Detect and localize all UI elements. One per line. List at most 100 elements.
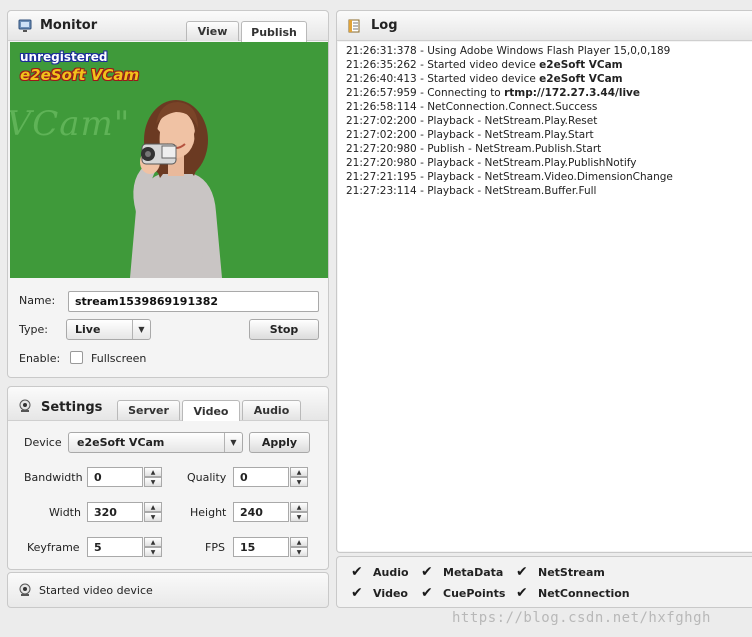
width-stepper[interactable]: 320 ▲ ▼: [87, 502, 162, 522]
type-select-value: Live: [75, 323, 101, 336]
log-title: Log: [371, 18, 398, 33]
checkmark-icon: ✔: [421, 585, 433, 601]
log-line: 21:26:58:114 - NetConnection.Connect.Suc…: [346, 100, 752, 114]
checkmark-icon: ✔: [516, 564, 528, 580]
log-header: Log: [337, 11, 752, 41]
filter-panel: ✔ Audio ✔ MetaData ✔ NetStream ✔ Video ✔ CueP…: [336, 556, 752, 608]
monitor-header: Monitor View Publish: [8, 11, 328, 42]
filter-netconnection[interactable]: ✔ NetConnection: [516, 586, 630, 600]
tab-server[interactable]: Server: [117, 400, 180, 420]
settings-panel: Settings Server Video Audio Device e2eSo…: [7, 386, 329, 570]
log-line-text: 21:26:31:378 - Using Adobe Windows Flash…: [346, 45, 671, 57]
quality-label: Quality: [187, 471, 227, 484]
keyframe-value[interactable]: 5: [87, 537, 143, 557]
log-line: 21:27:02:200 - Playback - NetStream.Play…: [346, 128, 752, 142]
filter-metadata[interactable]: ✔ MetaData: [421, 565, 503, 579]
filter-audio[interactable]: ✔ Audio: [351, 565, 409, 579]
settings-tabs: Server Video Audio: [117, 400, 301, 421]
checkmark-icon: ✔: [351, 564, 363, 580]
settings-title: Settings: [41, 400, 103, 415]
height-value[interactable]: 240: [233, 502, 289, 522]
tab-audio[interactable]: Audio: [242, 400, 301, 420]
log-content[interactable]: 21:26:31:378 - Using Adobe Windows Flash…: [338, 42, 752, 551]
log-lines: 21:26:31:378 - Using Adobe Windows Flash…: [346, 44, 752, 198]
tab-view[interactable]: View: [186, 21, 239, 41]
chevron-up-icon[interactable]: ▲: [144, 502, 162, 512]
fps-value[interactable]: 15: [233, 537, 289, 557]
tab-publish[interactable]: Publish: [241, 21, 307, 42]
status-panel: Started video device: [7, 572, 329, 608]
log-line-text: 21:26:57:959 - Connecting to: [346, 87, 505, 99]
chevron-down-icon[interactable]: ▼: [290, 477, 308, 487]
log-line-text: 21:27:21:195 - Playback - NetStream.Vide…: [346, 171, 673, 183]
filter-video[interactable]: ✔ Video: [351, 586, 408, 600]
log-line-text: 21:27:02:200 - Playback - NetStream.Play…: [346, 129, 594, 141]
chevron-up-icon[interactable]: ▲: [144, 537, 162, 547]
monitor-icon: [18, 19, 32, 32]
log-panel: Log 21:26:31:378 - Using Adobe Windows F…: [336, 10, 752, 553]
stream-name-input[interactable]: stream1539869191382: [68, 291, 319, 312]
log-line: 21:27:23:114 - Playback - NetStream.Buff…: [346, 184, 752, 198]
stop-button[interactable]: Stop: [249, 319, 319, 340]
type-label: Type:: [19, 323, 48, 336]
log-line-text: 21:27:20:980 - Playback - NetStream.Play…: [346, 157, 637, 169]
checkmark-icon: ✔: [351, 585, 363, 601]
type-select[interactable]: Live ▼: [66, 319, 151, 340]
fps-stepper[interactable]: 15 ▲ ▼: [233, 537, 308, 557]
log-line-highlight: rtmp://172.27.3.44/live: [504, 87, 641, 99]
quality-value[interactable]: 0: [233, 467, 289, 487]
log-line: 21:27:02:200 - Playback - NetStream.Play…: [346, 114, 752, 128]
checkmark-icon: ✔: [516, 585, 528, 601]
filter-netstream[interactable]: ✔ NetStream: [516, 565, 605, 579]
chevron-down-icon[interactable]: ▼: [290, 512, 308, 522]
video-preview: "VCam" unregistered e2eSoft VCam: [10, 42, 328, 278]
log-line-highlight: e2eSoft VCam: [539, 59, 623, 71]
chevron-up-icon[interactable]: ▲: [290, 537, 308, 547]
chevron-down-icon[interactable]: ▼: [144, 477, 162, 487]
name-label: Name:: [19, 294, 56, 307]
device-select[interactable]: e2eSoft VCam ▼: [68, 432, 243, 453]
chevron-down-icon: ▼: [132, 320, 150, 339]
log-line: 21:26:31:378 - Using Adobe Windows Flash…: [346, 44, 752, 58]
keyframe-stepper[interactable]: 5 ▲ ▼: [87, 537, 162, 557]
height-label: Height: [190, 506, 227, 519]
chevron-up-icon[interactable]: ▲: [290, 467, 308, 477]
bandwidth-value[interactable]: 0: [87, 467, 143, 487]
fullscreen-checkbox[interactable]: [70, 351, 83, 364]
enable-label: Enable:: [19, 352, 61, 365]
log-line-text: 21:27:23:114 - Playback - NetStream.Buff…: [346, 185, 597, 197]
log-line-text: 21:27:02:200 - Playback - NetStream.Play…: [346, 115, 598, 127]
log-line: 21:26:57:959 - Connecting to rtmp://172.…: [346, 86, 752, 100]
checkmark-icon: ✔: [421, 564, 433, 580]
monitor-panel: Monitor View Publish "VCam" unregistered…: [7, 10, 329, 378]
monitor-tabs: View Publish: [186, 21, 307, 42]
fps-label: FPS: [205, 541, 225, 554]
log-line: 21:27:20:980 - Publish - NetStream.Publi…: [346, 142, 752, 156]
fullscreen-label: Fullscreen: [91, 352, 147, 365]
quality-stepper[interactable]: 0 ▲ ▼: [233, 467, 308, 487]
filter-cuepoints[interactable]: ✔ CuePoints: [421, 586, 505, 600]
chevron-down-icon[interactable]: ▼: [144, 547, 162, 557]
webcam-icon: [19, 399, 31, 412]
chevron-down-icon: ▼: [224, 433, 242, 452]
bandwidth-label: Bandwidth: [24, 471, 83, 484]
chevron-up-icon[interactable]: ▲: [144, 467, 162, 477]
bandwidth-stepper[interactable]: 0 ▲ ▼: [87, 467, 162, 487]
width-label: Width: [49, 506, 81, 519]
log-line: 21:26:40:413 - Started video device e2eS…: [346, 72, 752, 86]
log-line-highlight: e2eSoft VCam: [539, 73, 623, 85]
tab-video[interactable]: Video: [182, 400, 240, 421]
apply-button[interactable]: Apply: [249, 432, 310, 453]
height-stepper[interactable]: 240 ▲ ▼: [233, 502, 308, 522]
device-label: Device: [24, 436, 62, 449]
log-line: 21:27:21:195 - Playback - NetStream.Vide…: [346, 170, 752, 184]
chevron-down-icon[interactable]: ▼: [144, 512, 162, 522]
blog-watermark: https://blog.csdn.net/hxfghgh: [452, 610, 711, 626]
chevron-down-icon[interactable]: ▼: [290, 547, 308, 557]
width-value[interactable]: 320: [87, 502, 143, 522]
settings-header: Settings Server Video Audio: [8, 387, 328, 421]
log-line: 21:27:20:980 - Playback - NetStream.Play…: [346, 156, 752, 170]
person-image: [130, 100, 222, 278]
log-line: 21:26:35:262 - Started video device e2eS…: [346, 58, 752, 72]
chevron-up-icon[interactable]: ▲: [290, 502, 308, 512]
